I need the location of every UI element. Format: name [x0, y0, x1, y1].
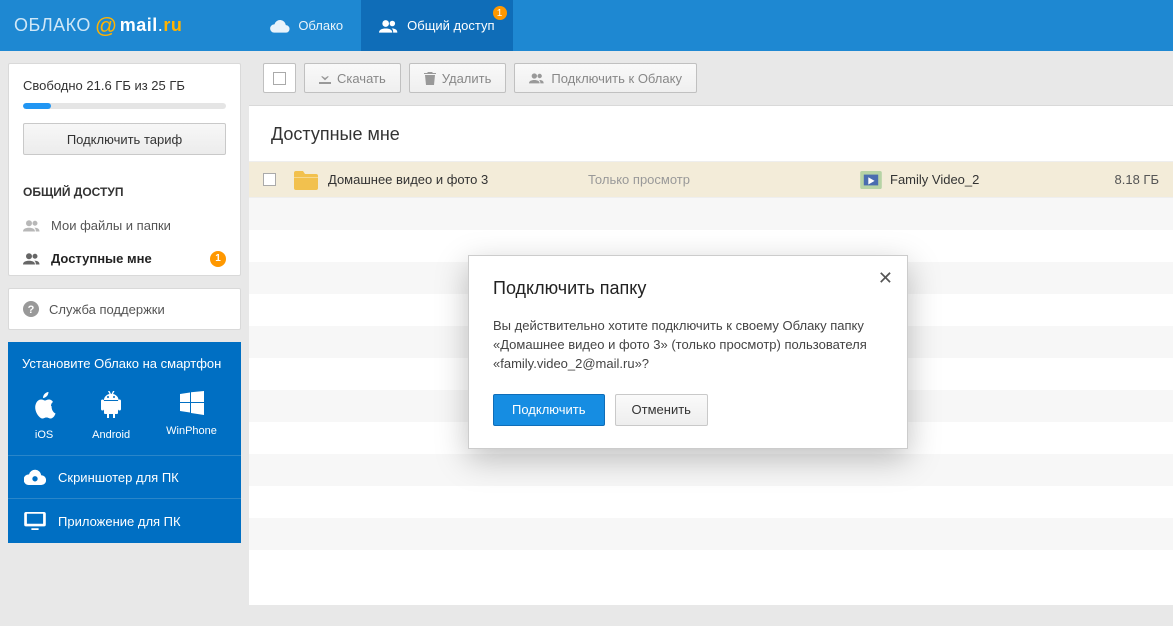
promo-screenshoter-label: Скриншотер для ПК [58, 470, 179, 485]
storage-fill [23, 103, 51, 109]
toolbar-download-label: Скачать [337, 71, 386, 86]
monitor-icon [24, 512, 46, 530]
svg-text:?: ? [28, 304, 35, 316]
apple-icon [32, 391, 56, 419]
row-permission: Только просмотр [588, 172, 788, 187]
storage-panel: Свободно 21.6 ГБ из 25 ГБ Подключить тар… [9, 64, 240, 171]
sidebar-my-files-label: Мои файлы и папки [51, 218, 171, 233]
sidebar-available-label: Доступные мне [51, 251, 152, 266]
modal-close-button[interactable]: ✕ [878, 268, 893, 289]
logo-mail: mail [120, 15, 158, 36]
toolbar-connect-label: Подключить к Облаку [551, 71, 682, 86]
sidebar-item-available[interactable]: Доступные мне 1 [9, 242, 240, 275]
sidebar-available-badge: 1 [210, 251, 226, 267]
logo-ru: ru [163, 15, 182, 36]
sidebar-support-label: Служба поддержки [49, 302, 165, 317]
header: ОБЛАКО @ mail.ru Облако Общий доступ 1 [0, 0, 1173, 51]
checkbox-icon [273, 72, 286, 85]
windows-icon [180, 391, 204, 415]
toolbar-delete-label: Удалить [442, 71, 492, 86]
modal-footer: Подключить Отменить [469, 394, 907, 448]
promo-panel: Установите Облако на смартфон iOS Androi… [8, 342, 241, 543]
toolbar-select-all[interactable] [263, 63, 296, 93]
promo-screenshoter[interactable]: Скриншотер для ПК [8, 455, 241, 498]
sidebar: Свободно 21.6 ГБ из 25 ГБ Подключить тар… [0, 51, 249, 605]
logo-oblako: ОБЛАКО [14, 15, 91, 36]
platform-winphone-label: WinPhone [166, 425, 217, 437]
modal-connect-button[interactable]: Подключить [493, 394, 605, 426]
platform-ios-label: iOS [35, 429, 53, 441]
toolbar-connect-button[interactable]: Подключить к Облаку [514, 63, 697, 93]
people-icon [379, 19, 399, 33]
cloud-camera-icon [24, 469, 46, 485]
sidebar-section-title: ОБЩИЙ ДОСТУП [9, 171, 240, 209]
video-folder-icon [860, 171, 882, 189]
platform-winphone[interactable]: WinPhone [166, 391, 217, 441]
people-icon [23, 252, 41, 265]
connect-folder-modal: Подключить папку ✕ Вы действительно хоти… [468, 255, 908, 449]
promo-title: Установите Облако на смартфон [8, 342, 241, 385]
sidebar-item-my-files[interactable]: Мои файлы и папки [9, 209, 240, 242]
row-folder-name: Домашнее видео и фото 3 [328, 172, 588, 187]
promo-platforms: iOS Android WinPhone [8, 385, 241, 455]
question-icon: ? [23, 301, 39, 317]
nav-cloud-label: Облако [298, 18, 343, 33]
toolbar-delete-button[interactable]: Удалить [409, 63, 507, 93]
trash-icon [424, 72, 436, 85]
download-icon [319, 72, 331, 84]
nav-cloud[interactable]: Облако [252, 0, 361, 51]
tariff-button[interactable]: Подключить тариф [23, 123, 226, 155]
cloud-icon [270, 19, 290, 33]
nav-shared-label: Общий доступ [407, 18, 494, 33]
toolbar: Скачать Удалить Подключить к Облаку [249, 51, 1173, 105]
promo-desktop-label: Приложение для ПК [58, 514, 181, 529]
nav-shared-badge: 1 [493, 6, 507, 20]
folder-icon [294, 170, 318, 190]
people-icon [23, 219, 41, 232]
modal-cancel-button[interactable]: Отменить [615, 394, 708, 426]
top-nav: Облако Общий доступ 1 [252, 0, 512, 51]
nav-shared[interactable]: Общий доступ 1 [361, 0, 512, 51]
storage-text: Свободно 21.6 ГБ из 25 ГБ [23, 78, 226, 93]
toolbar-download-button[interactable]: Скачать [304, 63, 401, 93]
row-checkbox[interactable] [263, 173, 276, 186]
storage-bar [23, 103, 226, 109]
modal-header: Подключить папку ✕ [469, 256, 907, 299]
android-icon [99, 391, 123, 419]
promo-desktop-app[interactable]: Приложение для ПК [8, 498, 241, 543]
modal-title: Подключить папку [493, 278, 883, 299]
content-title: Доступные мне [249, 106, 1173, 162]
platform-ios[interactable]: iOS [32, 391, 56, 441]
table-row[interactable]: Домашнее видео и фото 3 Только просмотр … [249, 162, 1173, 198]
at-icon: @ [95, 13, 118, 39]
people-icon [529, 72, 545, 84]
platform-android-label: Android [92, 429, 130, 441]
sidebar-item-support[interactable]: ? Служба поддержки [9, 289, 240, 329]
row-folder-name2: Family Video_2 [890, 172, 1115, 187]
modal-body: Вы действительно хотите подключить к сво… [469, 299, 907, 394]
platform-android[interactable]: Android [92, 391, 130, 441]
row-size: 8.18 ГБ [1115, 172, 1159, 187]
logo[interactable]: ОБЛАКО @ mail.ru [14, 13, 182, 39]
